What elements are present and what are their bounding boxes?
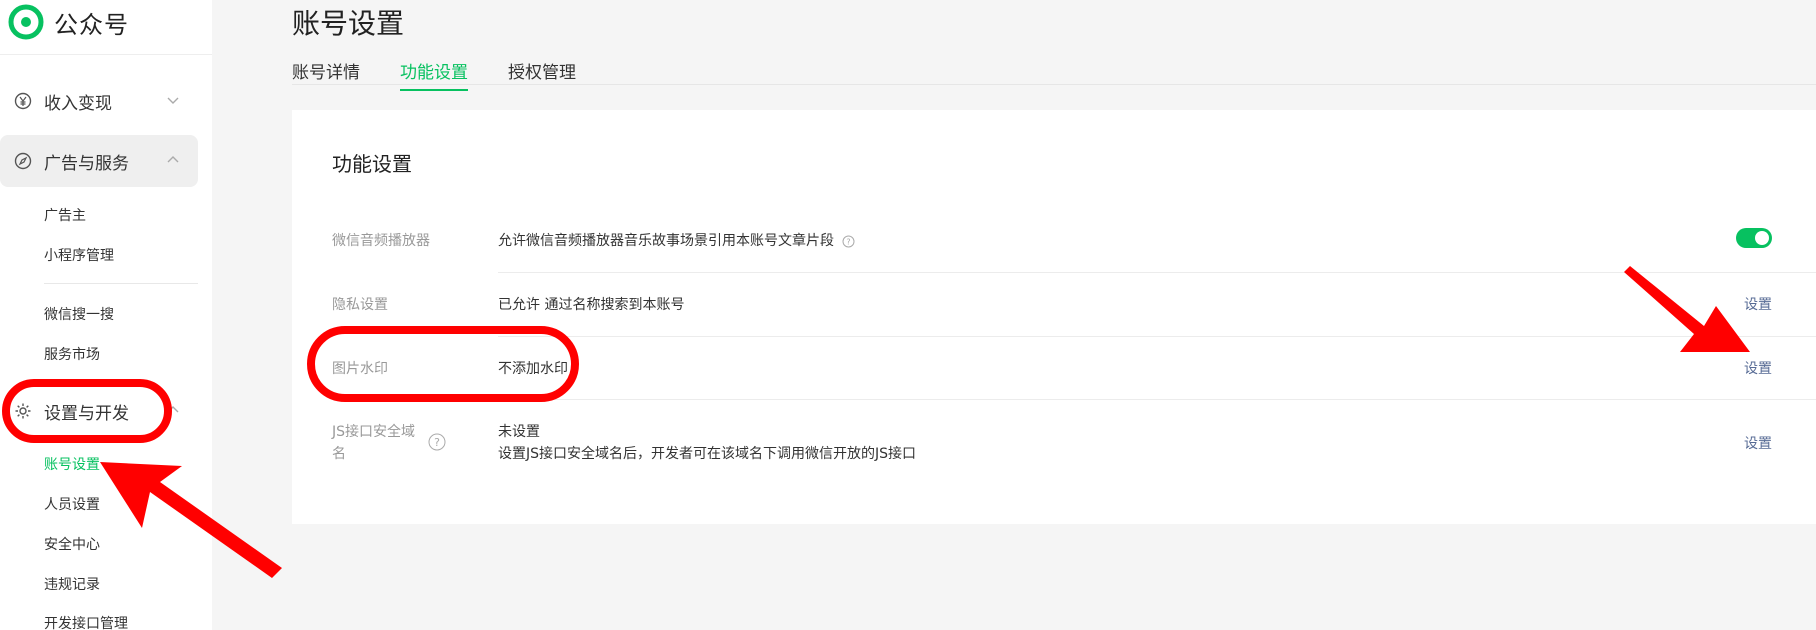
help-icon[interactable]: ? bbox=[428, 433, 446, 451]
sidebar-group-ads-services[interactable]: 广告与服务 bbox=[0, 135, 198, 187]
compass-icon bbox=[14, 152, 32, 170]
svg-text:?: ? bbox=[847, 237, 851, 246]
wechat-official-logo-icon bbox=[8, 4, 44, 40]
tab-bar: 账号详情 功能设置 授权管理 bbox=[292, 58, 616, 91]
sidebar-group-income[interactable]: 收入变现 bbox=[0, 75, 198, 127]
chevron-up-icon bbox=[167, 406, 179, 413]
row-value: 已允许 通过名称搜索到本账号 bbox=[498, 297, 685, 313]
brand[interactable]: 公众号 bbox=[8, 4, 129, 40]
sidebar-item-miniprogram[interactable]: 小程序管理 bbox=[44, 245, 114, 265]
card-title: 功能设置 bbox=[332, 152, 412, 176]
sidebar: 公众号 收入变现 广告与服务 广告主 小程序管理 微信搜一搜 服务市场 设置与开… bbox=[0, 0, 212, 630]
feature-settings-card: 功能设置 微信音频播放器 允许微信音频播放器音乐故事场景引用本账号文章片段 ? … bbox=[292, 110, 1816, 524]
divider bbox=[498, 336, 1816, 337]
audio-player-toggle[interactable] bbox=[1736, 228, 1772, 248]
row-label: 图片水印 bbox=[332, 361, 388, 377]
sidebar-item-advertiser[interactable]: 广告主 bbox=[44, 205, 86, 225]
sidebar-group-label: 收入变现 bbox=[44, 93, 112, 114]
chevron-up-icon bbox=[167, 156, 179, 163]
divider bbox=[292, 84, 1816, 85]
help-icon[interactable]: ? bbox=[842, 235, 855, 248]
row-value-sub: 设置JS接口安全域名后，开发者可在该域名下调用微信开放的JS接口 bbox=[498, 446, 917, 462]
watermark-settings-link[interactable]: 设置 bbox=[1744, 358, 1772, 378]
brand-name: 公众号 bbox=[54, 10, 129, 39]
row-value-text: 允许微信音频播放器音乐故事场景引用本账号文章片段 bbox=[498, 233, 834, 249]
js-domain-settings-link[interactable]: 设置 bbox=[1744, 433, 1772, 453]
tab-account-details[interactable]: 账号详情 bbox=[292, 58, 360, 91]
sidebar-item-dev-interface[interactable]: 开发接口管理 bbox=[44, 613, 128, 630]
row-label: 微信音频播放器 bbox=[332, 233, 430, 249]
sidebar-item-security-center[interactable]: 安全中心 bbox=[44, 534, 100, 554]
tab-feature-settings[interactable]: 功能设置 bbox=[400, 58, 468, 91]
sidebar-group-label: 广告与服务 bbox=[44, 153, 129, 174]
app-root: 公众号 收入变现 广告与服务 广告主 小程序管理 微信搜一搜 服务市场 设置与开… bbox=[0, 0, 1816, 630]
sidebar-item-account-settings[interactable]: 账号设置 bbox=[44, 454, 100, 474]
divider bbox=[498, 399, 1816, 400]
sidebar-item-service-market[interactable]: 服务市场 bbox=[44, 344, 100, 364]
divider bbox=[0, 54, 212, 55]
svg-text:?: ? bbox=[434, 436, 440, 449]
sidebar-group-settings-dev[interactable]: 设置与开发 bbox=[0, 385, 198, 437]
row-value: 允许微信音频播放器音乐故事场景引用本账号文章片段 ? bbox=[498, 230, 855, 250]
sidebar-item-staff-settings[interactable]: 人员设置 bbox=[44, 494, 100, 514]
yuan-icon bbox=[14, 92, 32, 110]
row-value: 不添加水印 bbox=[498, 361, 568, 377]
gear-icon bbox=[15, 403, 31, 419]
tab-authorization[interactable]: 授权管理 bbox=[508, 58, 576, 91]
privacy-settings-link[interactable]: 设置 bbox=[1744, 294, 1772, 314]
sidebar-group-label: 设置与开发 bbox=[44, 403, 129, 424]
chevron-down-icon bbox=[167, 97, 179, 104]
row-label-line1: JS接口安全域 bbox=[332, 424, 416, 440]
page-title: 账号设置 bbox=[292, 7, 405, 40]
row-label: 隐私设置 bbox=[332, 297, 388, 313]
row-value: 未设置 bbox=[498, 424, 540, 440]
row-label-line2: 名 bbox=[332, 446, 346, 462]
sidebar-item-search[interactable]: 微信搜一搜 bbox=[44, 304, 114, 324]
divider bbox=[44, 283, 198, 284]
divider bbox=[498, 272, 1816, 273]
sidebar-item-violations[interactable]: 违规记录 bbox=[44, 574, 100, 594]
